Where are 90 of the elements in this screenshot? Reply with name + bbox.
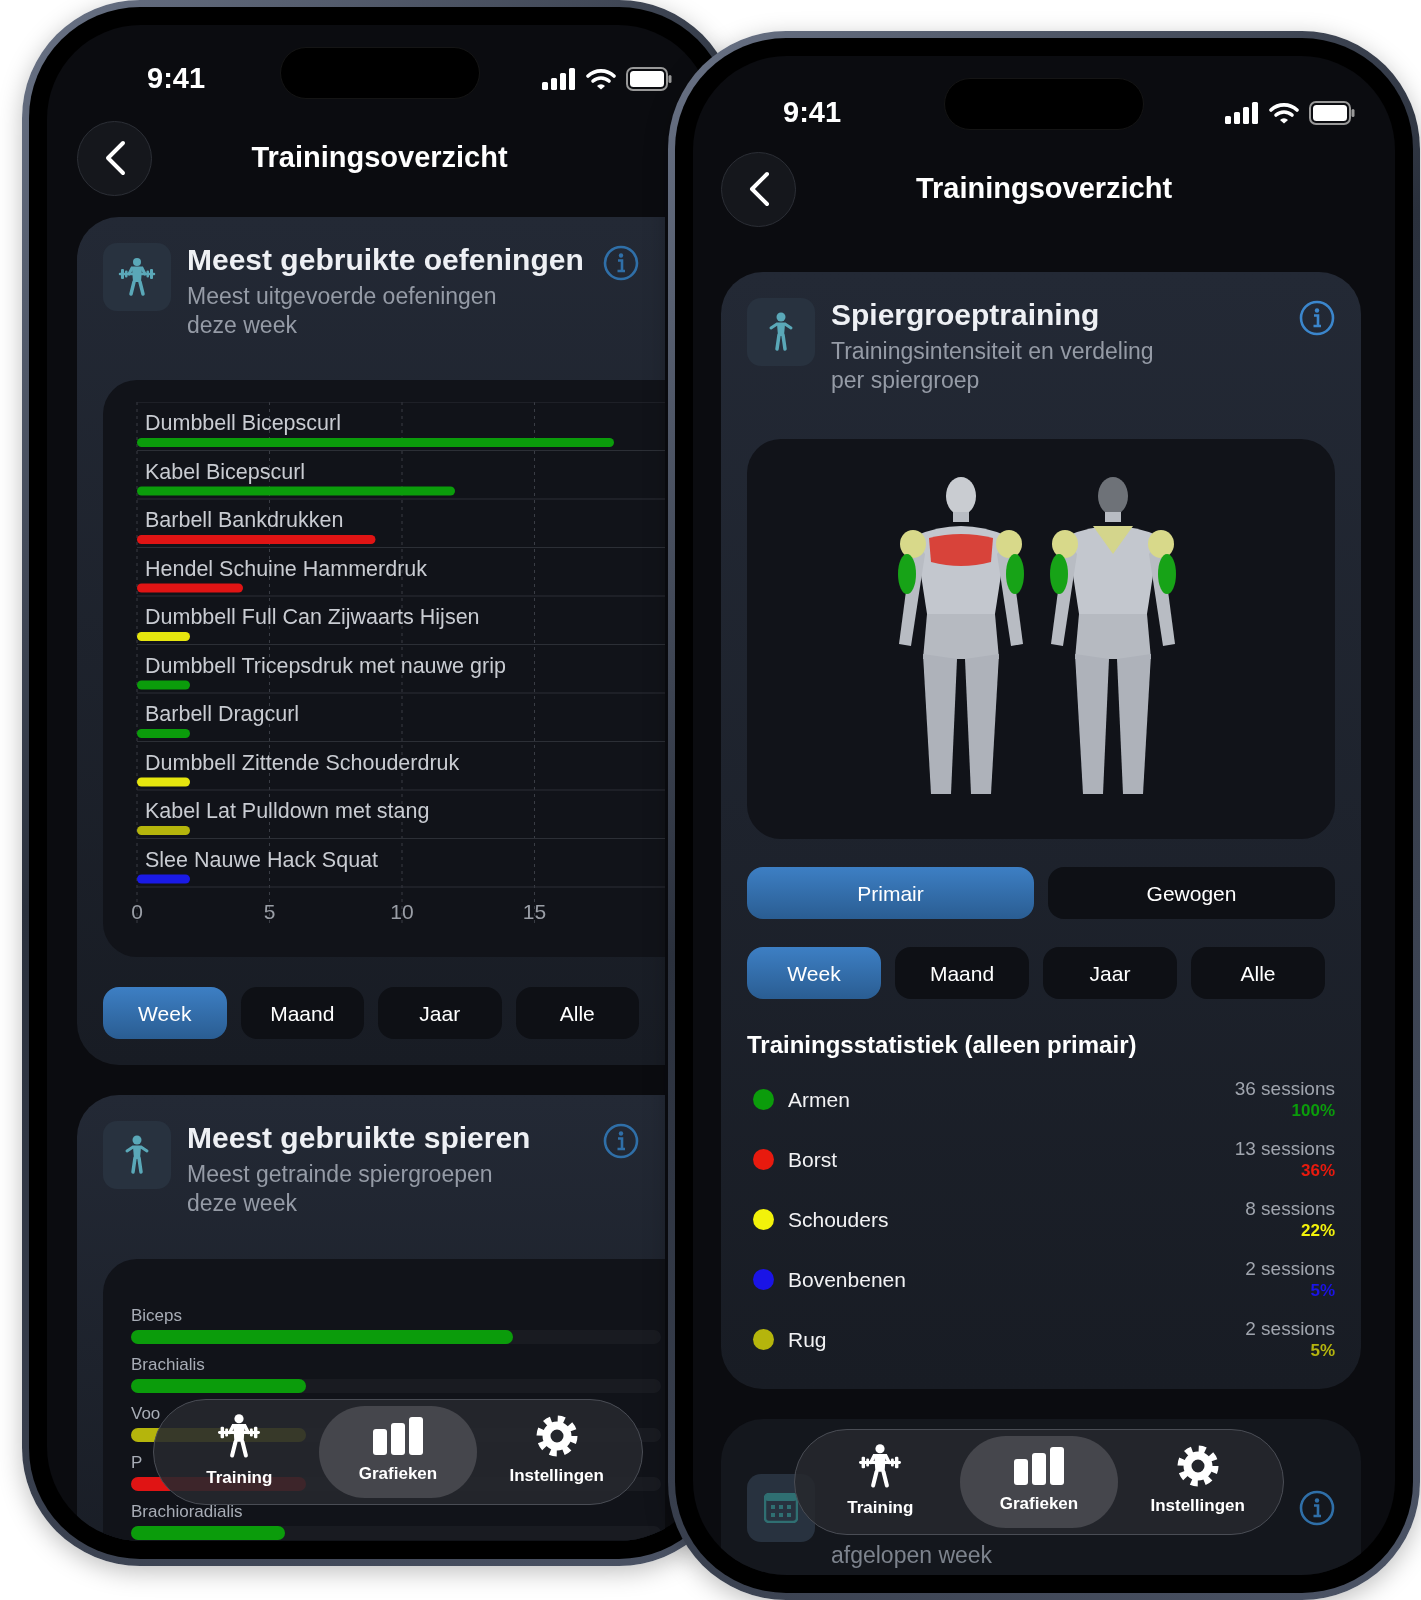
- bar-label: Biceps: [131, 1306, 184, 1324]
- settings-icon: [1176, 1445, 1219, 1488]
- period-tab[interactable]: Week: [747, 947, 881, 1000]
- period-tab[interactable]: Maand: [895, 947, 1029, 1000]
- person-icon: [124, 1135, 150, 1176]
- session-count: 2 sessions: [1245, 1257, 1335, 1281]
- card-subtitle: afgelopen week: [831, 1541, 994, 1571]
- axis-tick-label: 10: [390, 900, 414, 924]
- period-tab[interactable]: Alle: [515, 987, 639, 1040]
- mode-tab[interactable]: Gewogen: [1048, 867, 1335, 920]
- bar-label: Hendel Schuine Hammerdruk: [145, 556, 428, 581]
- card-subtitle: Trainingsintensiteit en verdeling per spiergroep: [831, 336, 1155, 395]
- calendar-icon: [764, 1493, 798, 1524]
- card-title: Meest gebruikte oefeningen: [187, 243, 585, 278]
- status-time: 9:41: [783, 95, 842, 131]
- bar: [137, 729, 190, 739]
- bar-chart-icon: [1014, 1447, 1064, 1486]
- tab-bar-item[interactable]: Training: [801, 1436, 960, 1528]
- percentage: 100%: [1290, 1100, 1335, 1121]
- muscle-group-name: Borst: [788, 1146, 838, 1173]
- info-icon[interactable]: [1299, 300, 1335, 336]
- bar-label: Dumbbell Zittende Schouderdruk: [145, 750, 460, 775]
- weightlifter-icon: [117, 257, 157, 297]
- axis-tick-label: 5: [263, 900, 276, 924]
- bar-label: Dumbbell Bicepscurl: [145, 411, 341, 436]
- percentage: 22%: [1299, 1220, 1335, 1241]
- card-subtitle: Meest uitgevoerde oefeningen deze week: [187, 281, 498, 340]
- info-icon[interactable]: [1299, 1490, 1335, 1527]
- wifi-icon: [1269, 102, 1299, 124]
- card-title: Meest gebruikte spieren: [187, 1121, 532, 1156]
- bar: [137, 632, 190, 642]
- muscle-group-name: Armen: [788, 1086, 851, 1113]
- tab-bar-item[interactable]: Instellingen: [1118, 1436, 1277, 1528]
- period-tab[interactable]: Alle: [1191, 947, 1325, 1000]
- signal-icon: [542, 68, 576, 90]
- bar-label: Barbell Bankdrukken: [145, 508, 344, 533]
- bar-label: Slee Nauwe Hack Squat: [145, 847, 379, 872]
- bar-label: Voo: [131, 1404, 162, 1422]
- status-time: 9:41: [147, 61, 206, 97]
- bar-chart-icon: [373, 1417, 423, 1456]
- mode-tab[interactable]: Primair: [747, 867, 1034, 920]
- bar: [137, 874, 190, 884]
- weightlifter-icon: [857, 1443, 904, 1490]
- muscle-group-name: Rug: [788, 1326, 828, 1353]
- muscle-group-name: Bovenbenen: [788, 1266, 907, 1293]
- percentage: 5%: [1309, 1340, 1335, 1361]
- percentage: 36%: [1299, 1160, 1335, 1181]
- axis-tick-label: 15: [522, 900, 547, 924]
- card-title: Spiergroeptraining: [831, 298, 1101, 333]
- card-subtitle: Meest getrainde spiergroepen deze week: [187, 1159, 494, 1219]
- tab-bar-item[interactable]: Grafieken: [318, 1406, 478, 1498]
- back-icon: [103, 140, 126, 176]
- muscle-group-name: Schouders: [788, 1206, 890, 1233]
- period-tab[interactable]: Maand: [240, 987, 364, 1040]
- axis-tick-label: 0: [131, 900, 143, 924]
- tab-bar-item[interactable]: Training: [160, 1406, 319, 1498]
- bar: [137, 826, 190, 836]
- tab-bar-item[interactable]: Grafieken: [959, 1436, 1119, 1528]
- battery-icon: [1309, 101, 1355, 125]
- bar-label: Brachialis: [131, 1355, 206, 1373]
- period-tab[interactable]: Jaar: [1043, 947, 1177, 1000]
- period-tab[interactable]: Jaar: [378, 987, 502, 1040]
- signal-icon: [1225, 102, 1259, 124]
- session-count: 8 sessions: [1245, 1197, 1335, 1221]
- settings-icon: [535, 1415, 578, 1458]
- period-tab[interactable]: Week: [103, 987, 227, 1040]
- screen-title: Trainingsoverzicht: [914, 171, 1174, 207]
- bar-label: Barbell Dragcurl: [145, 702, 300, 727]
- bar-label: Kabel Bicepscurl: [145, 459, 306, 484]
- screen-title: Trainingsoverzicht: [250, 140, 509, 176]
- bar: [137, 680, 190, 690]
- section-title: Trainingsstatistiek (alleen primair): [747, 1030, 1138, 1061]
- bar-label: Kabel Lat Pulldown met stang: [145, 799, 430, 824]
- session-count: 2 sessions: [1245, 1317, 1335, 1341]
- bar-label: Brachioradialis: [131, 1502, 244, 1520]
- session-count: 36 sessions: [1234, 1077, 1335, 1101]
- tab-bar-item[interactable]: Instellingen: [477, 1406, 636, 1498]
- info-icon[interactable]: [603, 1123, 639, 1160]
- weightlifter-icon: [216, 1413, 263, 1460]
- back-icon: [747, 171, 770, 207]
- bar-label: P: [131, 1453, 144, 1471]
- battery-icon: [626, 67, 672, 91]
- wifi-icon: [586, 68, 616, 90]
- percentage: 5%: [1309, 1280, 1335, 1301]
- bar-label: Dumbbell Tricepsdruk met nauwe grip: [145, 653, 506, 678]
- info-icon[interactable]: [603, 245, 639, 281]
- bar-label: Dumbbell Full Can Zijwaarts Hijsen: [145, 605, 480, 630]
- session-count: 13 sessions: [1234, 1137, 1335, 1161]
- person-icon: [768, 312, 794, 352]
- bar: [137, 777, 190, 787]
